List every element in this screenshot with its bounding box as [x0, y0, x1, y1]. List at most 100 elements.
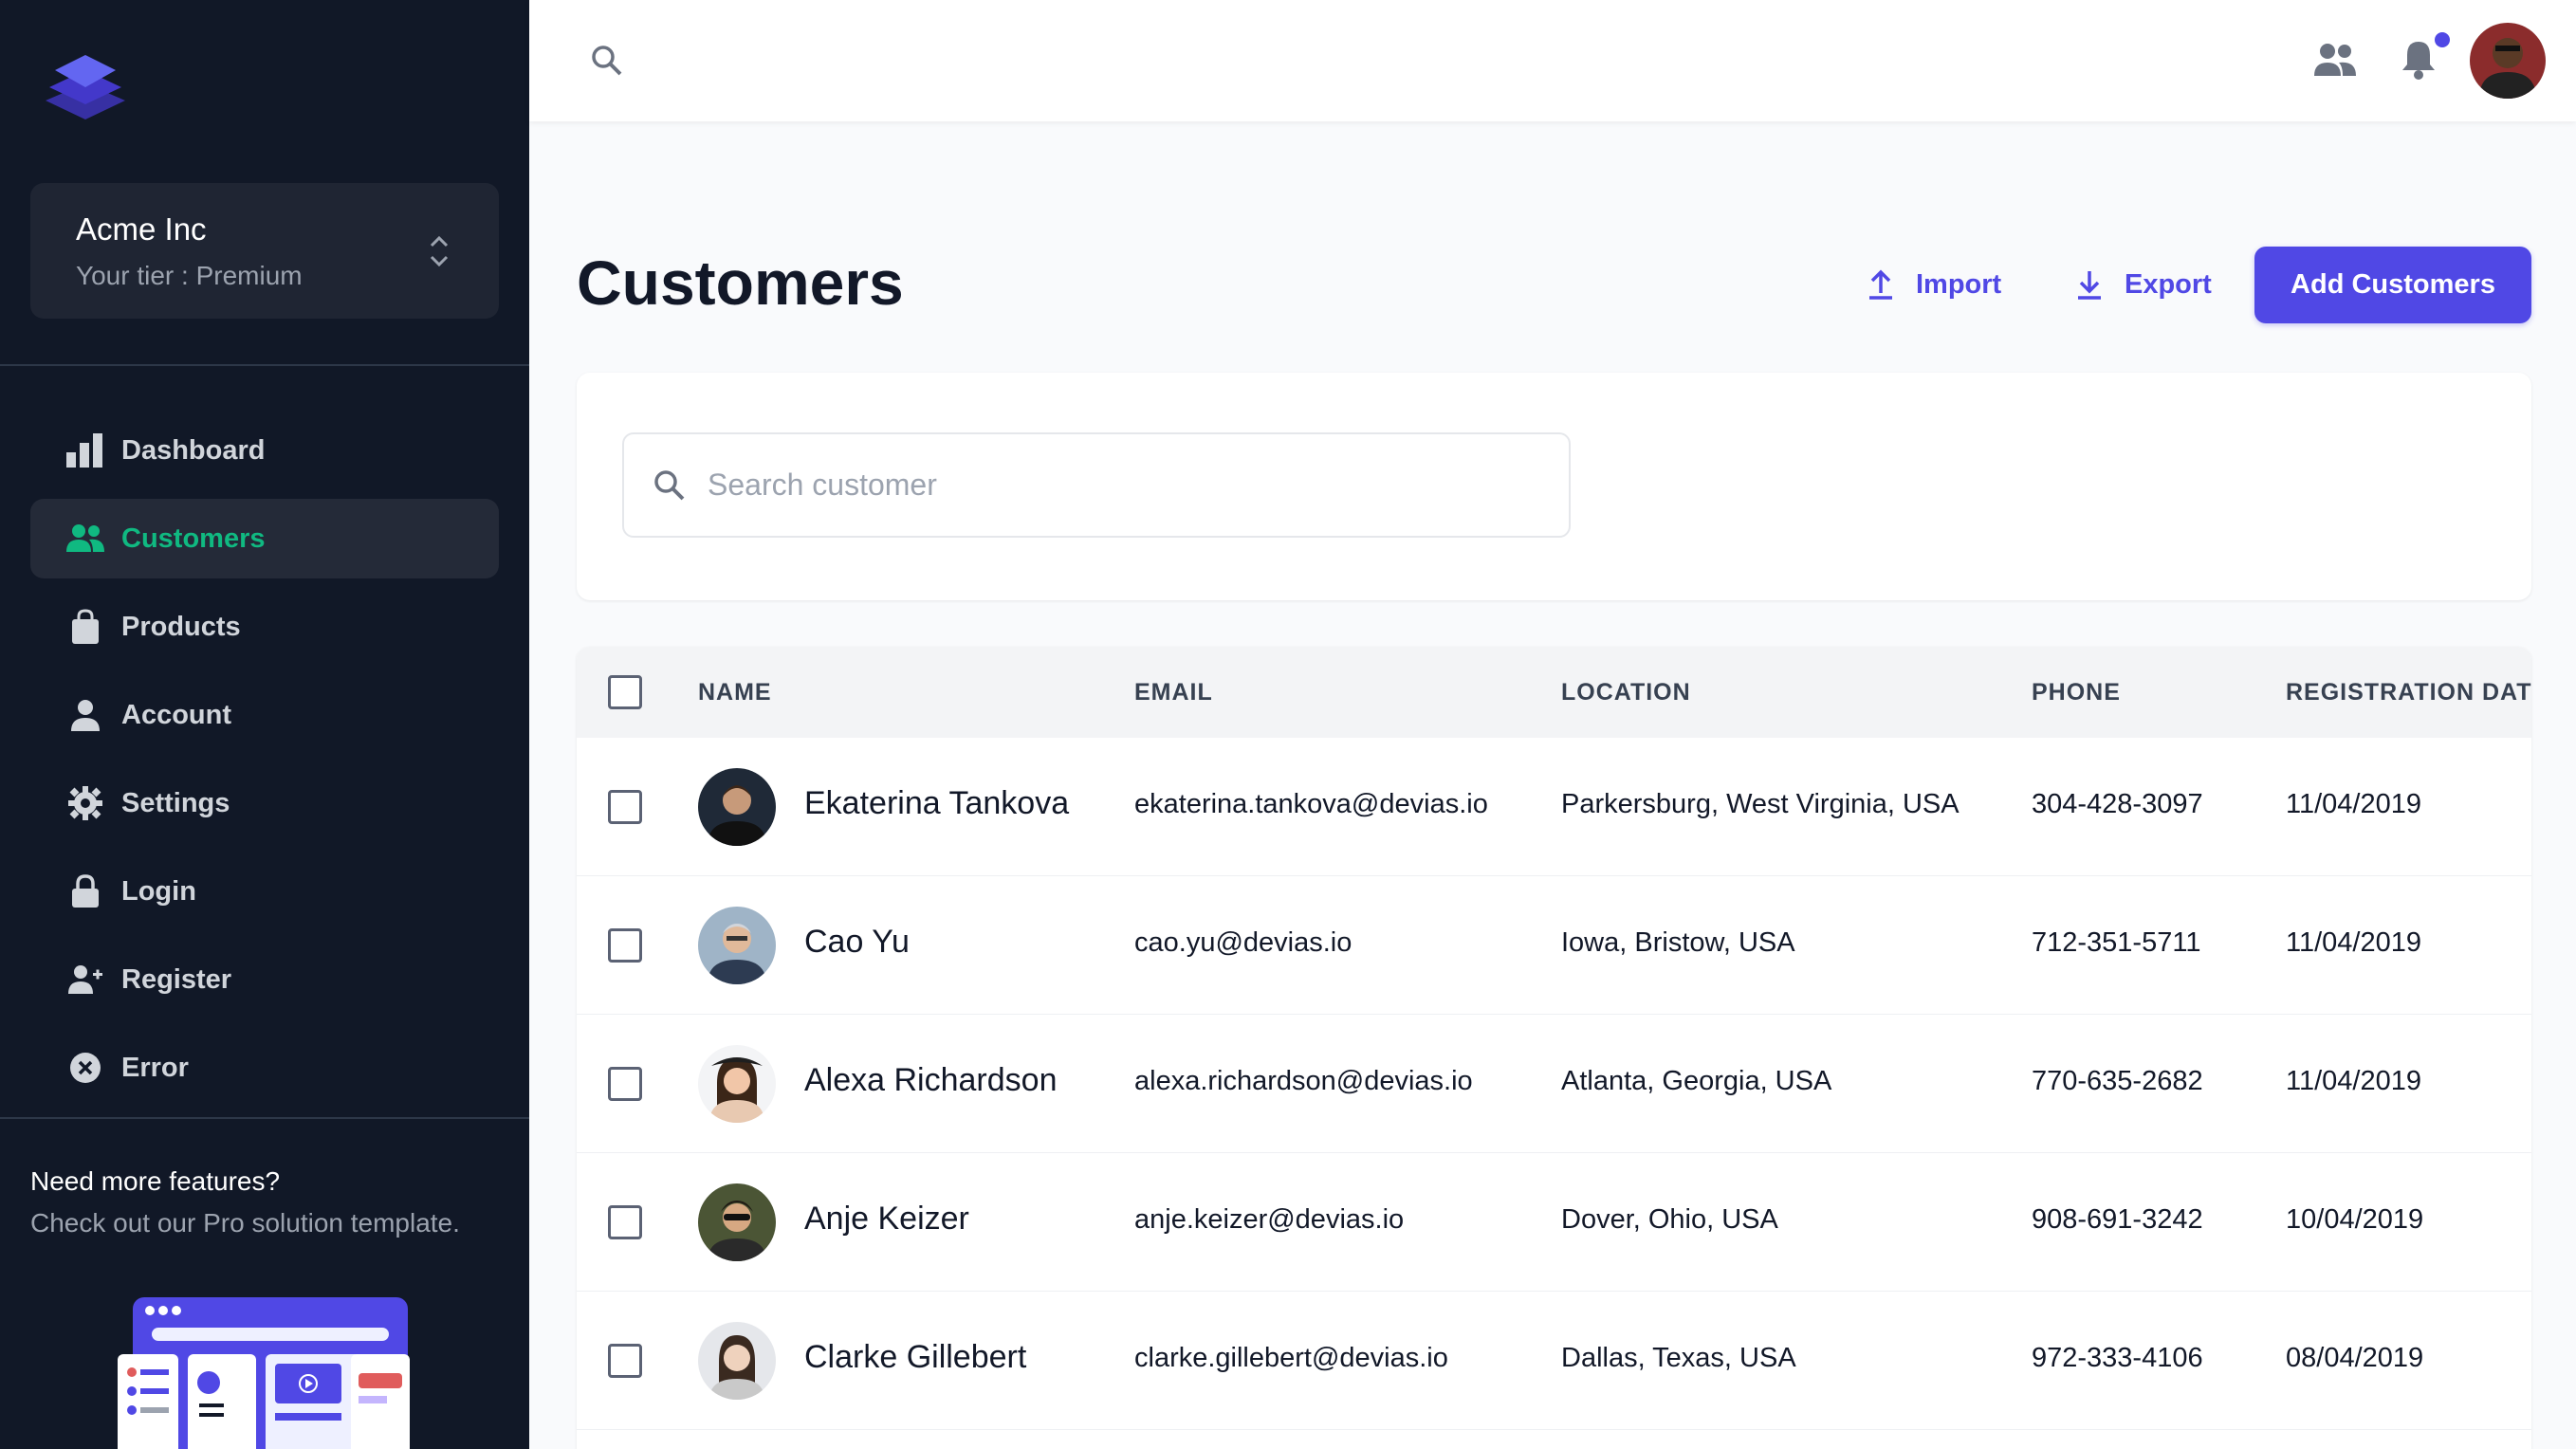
- customer-location: Parkersburg, West Virginia, USA: [1561, 789, 1960, 819]
- row-checkbox[interactable]: [608, 1205, 642, 1239]
- import-label: Import: [1916, 268, 2002, 300]
- user-add-icon: [66, 961, 104, 999]
- user-icon: [66, 696, 104, 734]
- promo-title: Need more features?: [30, 1166, 281, 1196]
- sidebar-item-label: Customers: [121, 523, 266, 554]
- download-icon: [2078, 271, 2101, 300]
- import-button[interactable]: Import: [1865, 248, 2001, 321]
- customer-registration-date: 08/04/2019: [2286, 1343, 2424, 1373]
- sidebar-nav: Dashboard Customers Products Account Set…: [30, 411, 499, 1116]
- page-title: Customers: [577, 248, 904, 318]
- customer-email: cao.yu@devias.io: [1134, 927, 1352, 958]
- sidebar-item-label: Register: [121, 963, 232, 995]
- customer-email: alexa.richardson@devias.io: [1134, 1066, 1473, 1096]
- customer-avatar: [698, 1045, 776, 1123]
- search-field[interactable]: [622, 432, 1571, 538]
- top-bar: [529, 0, 2576, 121]
- sidebar-item-label: Settings: [121, 787, 230, 818]
- row-checkbox[interactable]: [608, 928, 642, 963]
- chevron-up-down-icon: [430, 235, 449, 267]
- sidebar-item-dashboard[interactable]: Dashboard: [30, 411, 499, 490]
- notification-badge: [2435, 32, 2450, 47]
- customer-phone: 712-351-5711: [2032, 927, 2201, 958]
- promo-subtitle: Check out our Pro solution template.: [30, 1208, 460, 1238]
- add-customers-button[interactable]: Add Customers: [2254, 247, 2531, 323]
- x-circle-icon: [66, 1049, 104, 1087]
- customer-registration-date: 11/04/2019: [2286, 789, 2421, 819]
- sidebar-item-register[interactable]: Register: [30, 940, 499, 1019]
- sidebar-item-customers[interactable]: Customers: [30, 499, 499, 578]
- customer-location: Dallas, Texas, USA: [1561, 1343, 1796, 1373]
- logo-icon[interactable]: [42, 47, 129, 123]
- search-card: [577, 373, 2531, 600]
- shopping-bag-icon: [66, 608, 104, 646]
- row-checkbox[interactable]: [608, 790, 642, 824]
- table-row[interactable]: Alexa Richardson alexa.richardson@devias…: [577, 1015, 2531, 1153]
- gear-icon: [66, 784, 104, 822]
- customers-table: NAME EMAIL LOCATION PHONE REGISTRATION D…: [577, 647, 2531, 1449]
- sidebar-item-products[interactable]: Products: [30, 587, 499, 667]
- pro-template-illustration: [118, 1297, 410, 1449]
- sidebar-item-error[interactable]: Error: [30, 1028, 499, 1108]
- customer-avatar: [698, 907, 776, 984]
- users-icon: [66, 520, 104, 558]
- sidebar-divider: [0, 364, 529, 366]
- organization-name: Acme Inc: [76, 211, 207, 247]
- customer-email: ekaterina.tankova@devias.io: [1134, 789, 1488, 819]
- search-icon[interactable]: [590, 44, 624, 78]
- column-header-location[interactable]: LOCATION: [1561, 679, 1691, 706]
- sidebar-item-label: Account: [121, 699, 231, 730]
- column-header-phone[interactable]: PHONE: [2032, 679, 2121, 706]
- customer-phone: 304-428-3097: [2032, 789, 2203, 819]
- select-all-checkbox[interactable]: [608, 675, 642, 709]
- search-icon: [654, 469, 685, 500]
- customer-name: Ekaterina Tankova: [804, 785, 1070, 821]
- customer-registration-date: 10/04/2019: [2286, 1204, 2424, 1235]
- customer-location: Dover, Ohio, USA: [1561, 1204, 1778, 1235]
- sidebar-item-account[interactable]: Account: [30, 675, 499, 755]
- customer-location: Atlanta, Georgia, USA: [1561, 1066, 1832, 1096]
- sidebar-item-label: Login: [121, 875, 196, 907]
- sidebar-divider: [0, 1117, 529, 1119]
- customer-avatar: [698, 1183, 776, 1261]
- table-row[interactable]: Ekaterina Tankova ekaterina.tankova@devi…: [577, 738, 2531, 876]
- sidebar-item-label: Dashboard: [121, 434, 266, 466]
- export-label: Export: [2125, 268, 2212, 300]
- customer-location: Iowa, Bristow, USA: [1561, 927, 1795, 958]
- user-avatar[interactable]: [2470, 23, 2546, 99]
- sidebar-item-label: Error: [121, 1052, 189, 1083]
- customer-name: Clarke Gillebert: [804, 1339, 1027, 1375]
- customer-email: anje.keizer@devias.io: [1134, 1204, 1405, 1235]
- table-row[interactable]: Clarke Gillebert clarke.gillebert@devias…: [577, 1292, 2531, 1430]
- sidebar-item-label: Products: [121, 611, 241, 642]
- bell-icon[interactable]: [2400, 38, 2438, 80]
- customer-phone: 972-333-4106: [2032, 1343, 2203, 1373]
- table-row[interactable]: Cao Yu cao.yu@devias.io Iowa, Bristow, U…: [577, 876, 2531, 1015]
- customer-name: Alexa Richardson: [804, 1062, 1058, 1098]
- sidebar-item-login[interactable]: Login: [30, 852, 499, 931]
- search-customer-input[interactable]: [708, 468, 1466, 503]
- column-header-name[interactable]: NAME: [698, 679, 772, 706]
- bar-chart-icon: [66, 431, 104, 469]
- column-header-email[interactable]: EMAIL: [1134, 679, 1213, 706]
- row-checkbox[interactable]: [608, 1067, 642, 1101]
- customer-avatar: [698, 1322, 776, 1400]
- organization-switcher[interactable]: Acme Inc Your tier : Premium: [30, 183, 499, 319]
- table-row[interactable]: Anje Keizer anje.keizer@devias.io Dover,…: [577, 1153, 2531, 1292]
- customer-avatar: [698, 768, 776, 846]
- lock-icon: [66, 872, 104, 910]
- upload-icon: [1869, 269, 1892, 300]
- customer-email: clarke.gillebert@devias.io: [1134, 1343, 1448, 1373]
- organization-tier: Your tier : Premium: [76, 261, 303, 290]
- column-header-registration-date[interactable]: REGISTRATION DATE: [2286, 679, 2531, 706]
- table-header: NAME EMAIL LOCATION PHONE REGISTRATION D…: [577, 647, 2531, 738]
- row-checkbox[interactable]: [608, 1344, 642, 1378]
- sidebar: Acme Inc Your tier : Premium Dashboard C…: [0, 0, 529, 1449]
- export-button[interactable]: Export: [2073, 248, 2212, 321]
- customer-registration-date: 11/04/2019: [2286, 927, 2421, 958]
- contacts-icon[interactable]: [2314, 42, 2356, 80]
- sidebar-item-settings[interactable]: Settings: [30, 763, 499, 843]
- customer-name: Anje Keizer: [804, 1201, 969, 1237]
- customer-name: Cao Yu: [804, 924, 910, 960]
- customer-phone: 770-635-2682: [2032, 1066, 2203, 1096]
